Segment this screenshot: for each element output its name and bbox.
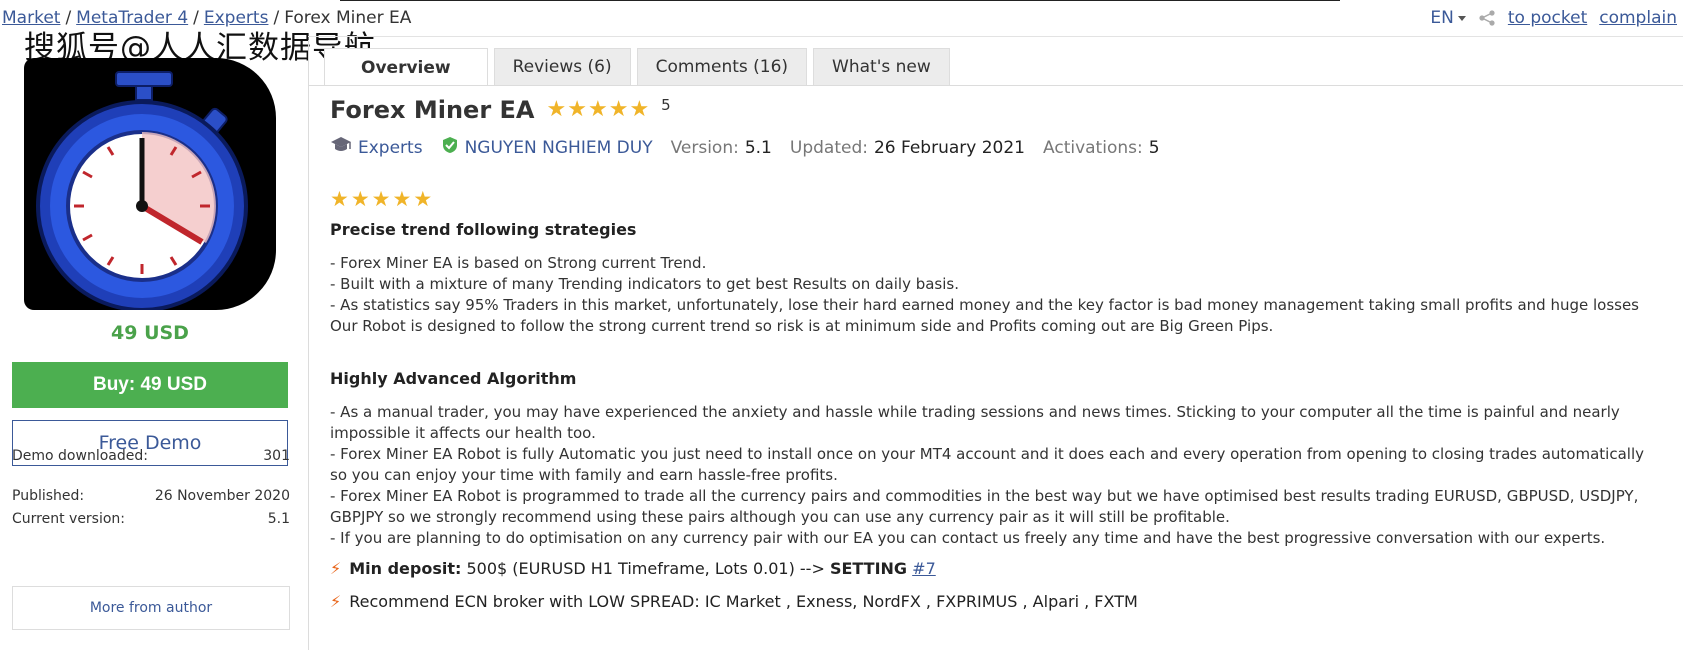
activations-label: Activations: [1043, 137, 1143, 158]
star-icon: ★ [629, 97, 650, 122]
author-name[interactable]: NGUYEN NGHIEM DUY [465, 138, 653, 158]
section-title: Highly Advanced Algorithm [330, 369, 577, 388]
stat-demo-downloaded: Demo downloaded: 301 [12, 448, 290, 464]
stat-current-version: Current version: 5.1 [12, 511, 290, 527]
version-value: 5.1 [744, 137, 772, 158]
top-rule [340, 0, 1340, 1]
share-icon[interactable] [1478, 9, 1496, 27]
category-link[interactable]: Experts [330, 136, 423, 159]
complain-link[interactable]: complain [1599, 8, 1677, 28]
title-row: Forex Miner EA ★ ★ ★ ★ ★ 5 [330, 96, 1665, 124]
description-line: - As a manual trader, you may have exper… [330, 403, 1620, 442]
tab-comments[interactable]: Comments (16) [636, 48, 808, 85]
product-title: Forex Miner EA [330, 96, 535, 124]
updated-label: Updated: [789, 137, 868, 158]
setting-label: SETTING [829, 559, 908, 578]
product-price: 49 USD [111, 322, 189, 344]
stat-published: Published: 26 November 2020 [12, 488, 290, 504]
star-icon: ★ [546, 97, 567, 122]
setting-link[interactable]: #7 [912, 559, 936, 578]
product-tabs: Overview Reviews (6) Comments (16) What'… [324, 48, 950, 86]
product-sidebar: 49 USD Buy: 49 USD Free Demo Demo downlo… [0, 40, 300, 650]
product-overview: Forex Miner EA ★ ★ ★ ★ ★ 5 Experts NGUYEN NG… [330, 96, 1665, 611]
lightning-icon: ⚡ [330, 559, 342, 578]
description-section-1: - Forex Miner EA is based on Strong curr… [330, 253, 1665, 337]
tab-whats-new[interactable]: What's new [813, 48, 950, 85]
description-stars: ★ ★ ★ ★ ★ [330, 189, 1665, 210]
star-icon: ★ [413, 187, 433, 211]
category-label[interactable]: Experts [358, 138, 423, 158]
rating-stars[interactable]: ★ ★ ★ ★ ★ [547, 99, 650, 121]
chevron-down-icon [1457, 15, 1466, 21]
product-logo-stopwatch [24, 58, 276, 310]
stat-value: 301 [263, 448, 290, 464]
deposit-label: Min deposit: [349, 559, 462, 578]
star-icon: ★ [567, 97, 587, 122]
description-line: - Built with a mixture of many Trending … [330, 275, 959, 293]
stat-label: Current version: [12, 511, 126, 527]
broker-row: ⚡ Recommend ECN broker with LOW SPREAD: … [330, 592, 1665, 611]
version-label: Version: [670, 137, 739, 158]
description-line: - As statistics say 95% Traders in this … [330, 296, 1639, 335]
star-icon: ★ [350, 187, 370, 211]
star-icon: ★ [587, 97, 608, 122]
star-icon: ★ [330, 187, 349, 211]
deposit-value: 500$ (EURUSD H1 Timeframe, Lots 0.01) --… [466, 559, 830, 578]
star-icon: ★ [608, 97, 629, 122]
activations-info: Activations: 5 [1043, 138, 1160, 158]
broker-text: Recommend ECN broker with LOW SPREAD: IC… [349, 592, 1138, 611]
more-from-author-button[interactable]: More from author [12, 586, 290, 630]
version-info: Version: 5.1 [671, 138, 772, 158]
to-pocket-link[interactable]: to pocket [1508, 8, 1587, 28]
description-section-2: - As a manual trader, you may have exper… [330, 402, 1665, 549]
buy-button[interactable]: Buy: 49 USD [12, 362, 288, 408]
updated-info: Updated: 26 February 2021 [790, 138, 1025, 158]
stat-value: 5.1 [267, 511, 290, 527]
language-label: EN [1430, 8, 1454, 28]
activations-value: 5 [1148, 137, 1160, 158]
top-right-links: EN to pocket complain [1430, 8, 1677, 28]
product-meta: Experts NGUYEN NGHIEM DUY Version: 5.1 U… [330, 136, 1665, 159]
updated-value: 26 February 2021 [873, 137, 1026, 158]
section-title: Precise trend following strategies [330, 220, 637, 239]
header-divider [308, 36, 1683, 37]
rating-count: 5 [661, 96, 671, 114]
author-link[interactable]: NGUYEN NGHIEM DUY [441, 136, 653, 159]
stat-value: 26 November 2020 [154, 488, 290, 504]
verified-shield-icon [441, 136, 459, 159]
star-icon: ★ [371, 187, 391, 211]
graduation-cap-icon [330, 136, 352, 159]
tab-reviews[interactable]: Reviews (6) [493, 48, 631, 85]
stat-label: Published: [12, 488, 85, 504]
tab-overview[interactable]: Overview [324, 48, 488, 86]
description-line: - If you are planning to do optimisation… [330, 529, 1606, 547]
column-divider [308, 40, 309, 650]
tabs-divider [308, 85, 1683, 86]
stat-label: Demo downloaded: [12, 448, 148, 464]
description-line: - Forex Miner EA Robot is fully Automati… [330, 445, 1644, 484]
min-deposit-row: ⚡ Min deposit: 500$ (EURUSD H1 Timeframe… [330, 559, 1665, 578]
description-line: - Forex Miner EA Robot is programmed to … [330, 487, 1639, 526]
lightning-icon: ⚡ [330, 592, 342, 611]
language-selector[interactable]: EN [1430, 8, 1466, 28]
star-icon: ★ [392, 187, 412, 211]
description-line: - Forex Miner EA is based on Strong curr… [330, 254, 707, 272]
